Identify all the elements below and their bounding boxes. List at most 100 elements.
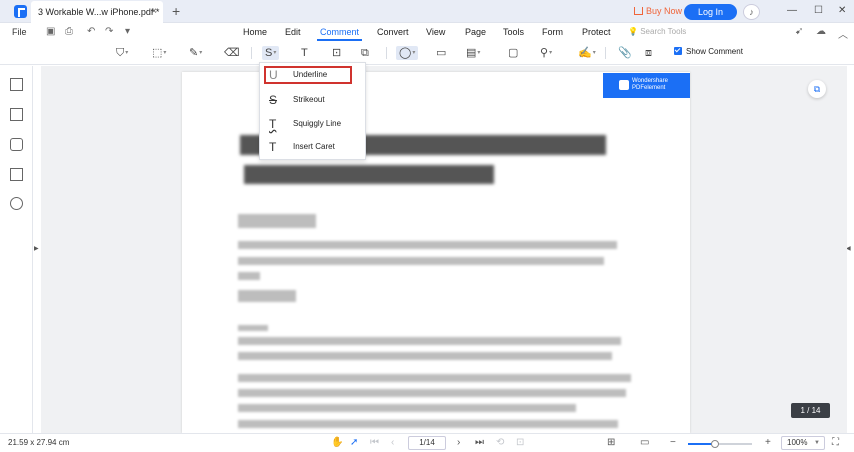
strikeout-tool-icon[interactable]: S▾: [262, 46, 280, 60]
buy-now-link[interactable]: Buy Now: [634, 6, 682, 16]
blurred-text-line: [238, 337, 621, 345]
menu-item-label: Insert Caret: [293, 142, 335, 151]
tab-home[interactable]: Home: [243, 27, 267, 37]
redo-icon[interactable]: ↷: [105, 26, 113, 37]
text-box-icon[interactable]: ⊡: [332, 46, 341, 60]
zoom-slider-thumb[interactable]: [710, 440, 719, 448]
rotate-icon[interactable]: ⟲: [496, 437, 504, 448]
menu-item-squiggly-line[interactable]: T Squiggly Line: [260, 114, 366, 134]
zoom-in-icon[interactable]: +: [765, 437, 771, 448]
expand-left-panel-icon[interactable]: ▶: [34, 245, 39, 252]
blurred-text-line: [238, 325, 268, 331]
search-icon[interactable]: [10, 197, 23, 210]
watermark-line2: PDFelement: [632, 85, 666, 91]
first-page-icon[interactable]: ⏮: [370, 437, 379, 448]
tab-protect[interactable]: Protect: [582, 27, 611, 37]
search-tools-label: Search Tools: [640, 27, 687, 36]
text-field-icon[interactable]: ▤▾: [466, 46, 480, 60]
menu-item-insert-caret[interactable]: T Insert Caret: [260, 137, 366, 157]
ocr-floating-icon[interactable]: ⧉: [808, 80, 826, 98]
area-icon[interactable]: ▢: [508, 46, 518, 60]
collapse-ribbon-icon[interactable]: ︿: [838, 26, 848, 41]
menu-item-strikeout[interactable]: S Strikeout: [260, 90, 366, 110]
page-layout-icon[interactable]: ⊞: [607, 437, 615, 448]
tab-tools[interactable]: Tools: [503, 27, 524, 37]
blurred-text-line: [238, 404, 576, 412]
document-tab-title: 3 Workable W...w iPhone.pdf *: [38, 7, 160, 17]
show-comment-toggle[interactable]: Show Comment: [674, 47, 743, 56]
comments-panel-icon[interactable]: [10, 138, 23, 151]
tab-page[interactable]: Page: [465, 27, 486, 37]
zoom-out-icon[interactable]: −: [670, 437, 676, 448]
fullscreen-icon[interactable]: ⛶: [832, 437, 839, 448]
link-icon[interactable]: ⧈: [645, 46, 652, 60]
new-tab-button[interactable]: +: [172, 3, 180, 19]
cloud-icon[interactable]: ☁: [816, 26, 826, 37]
next-page-icon[interactable]: ›: [457, 437, 460, 448]
tab-convert[interactable]: Convert: [377, 27, 409, 37]
blurred-text-line: [238, 257, 604, 265]
menu-file[interactable]: File: [12, 27, 27, 37]
blurred-text-line: [238, 374, 631, 382]
tab-comment[interactable]: Comment: [316, 27, 363, 41]
toolbar-divider: [386, 47, 387, 59]
login-button[interactable]: Log In: [684, 4, 737, 20]
blurred-text-line: [238, 420, 618, 428]
zoom-value: 100%: [787, 438, 808, 447]
toolbar-divider: [605, 47, 606, 59]
pencil-icon[interactable]: ✎▾: [189, 46, 202, 60]
signature-icon[interactable]: ✍▾: [578, 46, 596, 60]
tab-edit[interactable]: Edit: [285, 27, 301, 37]
undo-icon[interactable]: ↶: [87, 26, 95, 37]
eraser-icon[interactable]: ⌫: [224, 46, 240, 60]
close-window-button[interactable]: ✕: [838, 5, 846, 16]
watermark-badge: Wondershare PDFelement: [603, 73, 690, 98]
shape-tool-icon[interactable]: ◯▾: [396, 46, 419, 60]
zoom-select[interactable]: 100% ▼: [781, 436, 825, 450]
text-tool-icon[interactable]: T: [301, 46, 308, 60]
title-bar: 3 Workable W...w iPhone.pdf * × + Buy No…: [0, 0, 854, 23]
zoom-slider[interactable]: [688, 440, 752, 448]
previous-page-icon[interactable]: ‹: [391, 437, 394, 448]
menu-item-underline[interactable]: U Underline: [264, 66, 352, 84]
strikeout-dropdown-menu: U Underline S Strikeout T Squiggly Line …: [259, 62, 366, 160]
attachment-icon[interactable]: 📎: [618, 46, 632, 60]
search-tools[interactable]: 💡 Search Tools: [628, 27, 686, 36]
cart-icon: [634, 7, 643, 15]
print-icon[interactable]: ⎙: [65, 26, 73, 37]
menu-item-label: Strikeout: [293, 95, 325, 104]
thumbnails-icon[interactable]: [10, 78, 23, 91]
maximize-button[interactable]: ☐: [814, 5, 823, 16]
callout-icon[interactable]: ⧉: [361, 46, 369, 60]
document-tab[interactable]: 3 Workable W...w iPhone.pdf * ×: [31, 1, 163, 23]
quick-access-dropdown-icon[interactable]: ▾: [125, 26, 130, 37]
hand-tool-icon[interactable]: ✋: [331, 437, 343, 448]
page-mode-icon[interactable]: ▭: [640, 437, 649, 448]
status-bar: 21.59 x 27.94 cm ✋ ➚ ⏮ ‹ 1/14 › ⏭ ⟲ ⊡ ⊞ …: [0, 433, 854, 452]
tab-form[interactable]: Form: [542, 27, 563, 37]
select-tool-icon[interactable]: ➚: [350, 437, 358, 448]
notification-bell-icon[interactable]: ♪: [743, 4, 760, 20]
area-highlight-icon[interactable]: ⬚▾: [152, 46, 166, 60]
app-logo-icon: [14, 5, 27, 18]
pages-icon[interactable]: [10, 168, 23, 181]
tab-view[interactable]: View: [426, 27, 445, 37]
save-icon[interactable]: ▣: [46, 26, 55, 37]
last-page-icon[interactable]: ⏭: [475, 437, 484, 448]
page-number-input[interactable]: 1/14: [408, 436, 446, 450]
bookmark-icon[interactable]: [10, 108, 23, 121]
fit-page-icon[interactable]: ⊡: [516, 437, 524, 448]
note-icon[interactable]: ▭: [436, 46, 446, 60]
share-icon[interactable]: ➹: [795, 26, 803, 37]
close-tab-icon[interactable]: ×: [151, 6, 157, 17]
menu-bar: File ▣ ⎙ ↶ ↷ ▾ Home Edit Comment Convert…: [0, 23, 854, 41]
blurred-text-line: [238, 241, 617, 249]
show-comment-checkbox[interactable]: [674, 47, 682, 55]
show-comment-label: Show Comment: [686, 47, 743, 56]
highlight-tool-icon[interactable]: ⛉▾: [116, 46, 128, 60]
pdfelement-logo: [619, 80, 629, 90]
minimize-button[interactable]: —: [787, 5, 797, 16]
blurred-title-line: [244, 165, 494, 184]
blurred-text-line: [238, 352, 612, 360]
stamp-icon[interactable]: ⚲▾: [540, 46, 552, 60]
